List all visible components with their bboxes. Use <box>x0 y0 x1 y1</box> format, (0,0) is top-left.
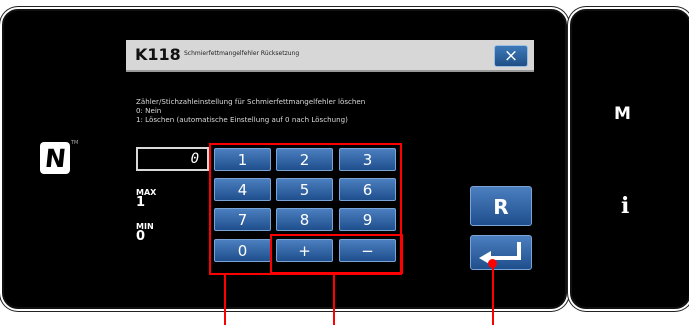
value-display: 0 <box>136 147 209 171</box>
key-4[interactable]: 4 <box>214 178 271 201</box>
enter-arrow-icon <box>479 242 521 265</box>
description-line: 0: Nein <box>136 106 162 115</box>
dialog-code: K118 <box>135 45 181 64</box>
callout-dot <box>488 259 497 268</box>
key-3[interactable]: 3 <box>339 148 396 171</box>
callout-line <box>333 274 335 325</box>
reset-button[interactable]: R <box>470 186 532 226</box>
key-2[interactable]: 2 <box>276 148 333 171</box>
trademark-label: TM <box>71 140 79 146</box>
key-1[interactable]: 1 <box>214 148 271 171</box>
dialog-title: Schmierfettmangelfehler Rücksetzung <box>184 50 300 57</box>
nfc-mark: N <box>43 143 67 173</box>
enter-button[interactable] <box>470 235 532 270</box>
max-value: 1 <box>136 195 146 210</box>
info-button[interactable]: i <box>621 195 629 217</box>
close-button[interactable]: × <box>494 45 528 67</box>
description-line: 1: Löschen (automatische Einstellung auf… <box>136 115 348 124</box>
dialog-description: Zähler/Stichzahleinstellung für Schmierf… <box>136 97 526 124</box>
close-icon: × <box>503 45 519 66</box>
key-9[interactable]: 9 <box>339 208 396 231</box>
key-8[interactable]: 8 <box>276 208 333 231</box>
key-5[interactable]: 5 <box>276 178 333 201</box>
callout-line <box>224 275 226 325</box>
key-7[interactable]: 7 <box>214 208 271 231</box>
description-line: Zähler/Stichzahleinstellung für Schmierf… <box>136 97 366 106</box>
plus-button[interactable]: + <box>276 239 333 262</box>
callout-line <box>492 264 494 325</box>
side-button-panel <box>570 9 689 309</box>
minus-button[interactable]: − <box>339 239 396 262</box>
min-value: 0 <box>136 229 146 244</box>
key-6[interactable]: 6 <box>339 178 396 201</box>
key-0[interactable]: 0 <box>214 239 271 262</box>
dialog-titlebar: K118 Schmierfettmangelfehler Rücksetzung… <box>126 40 534 72</box>
nfc-icon: N <box>40 142 70 174</box>
mode-button[interactable]: M <box>614 104 631 124</box>
